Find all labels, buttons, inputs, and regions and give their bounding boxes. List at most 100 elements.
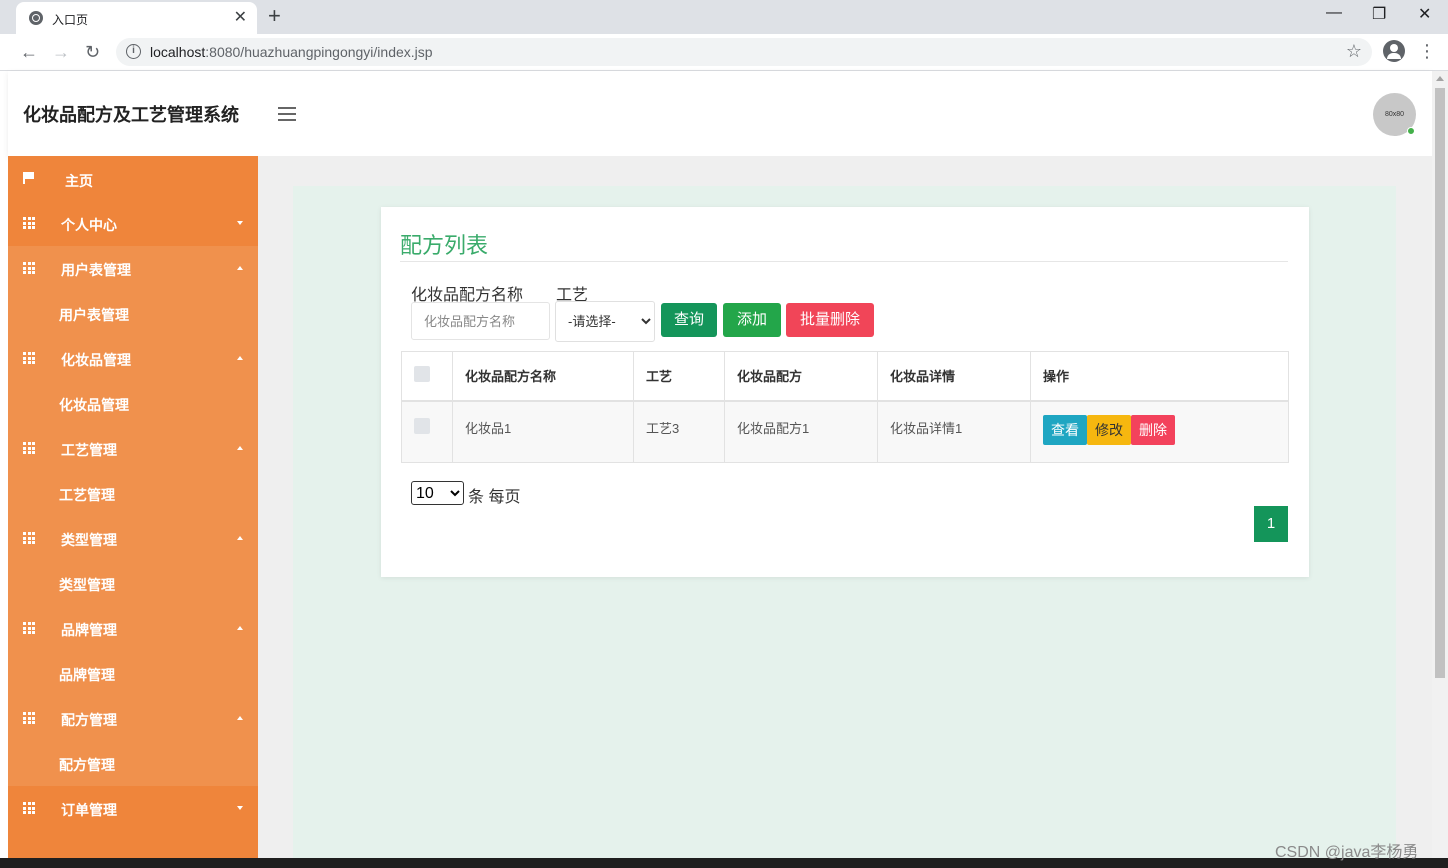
sidebar-item-label: 类型管理 bbox=[61, 532, 117, 548]
tab-close-icon[interactable]: ✕ bbox=[234, 7, 247, 27]
view-button[interactable]: 查看 bbox=[1043, 414, 1087, 445]
sidebar-subitem[interactable]: 品牌管理 bbox=[8, 651, 258, 696]
title-divider bbox=[400, 261, 1288, 262]
sidebar-item[interactable]: 配方管理 bbox=[8, 696, 258, 741]
grid-icon bbox=[23, 217, 35, 229]
cell-formula: 化妆品配方1 bbox=[724, 400, 878, 463]
table-row: 化妆品1 工艺3 化妆品配方1 化妆品详情1 查看 修改 删除 bbox=[401, 400, 1289, 463]
app-header: 化妆品配方及工艺管理系统 80x80 bbox=[8, 71, 1432, 156]
grid-icon bbox=[23, 802, 35, 814]
sidebar-subitem[interactable]: 工艺管理 bbox=[8, 471, 258, 516]
caret-up-icon bbox=[237, 716, 243, 720]
column-header: 化妆品配方名称 bbox=[452, 351, 634, 402]
sidebar-item-label: 用户表管理 bbox=[59, 307, 129, 323]
column-header: 化妆品配方 bbox=[724, 351, 878, 402]
sidebar-item[interactable]: 工艺管理 bbox=[8, 426, 258, 471]
sidebar-item-label: 个人中心 bbox=[61, 217, 117, 233]
sidebar-subitem[interactable]: 类型管理 bbox=[8, 561, 258, 606]
info-icon[interactable]: i bbox=[126, 44, 141, 59]
sidebar-item[interactable]: 主页 bbox=[8, 156, 258, 201]
new-tab-button[interactable]: + bbox=[268, 3, 281, 29]
sidebar-item[interactable]: 用户表管理 bbox=[8, 246, 258, 291]
formula-table: 化妆品配方名称 工艺 化妆品配方 化妆品详情 操作 化妆品1 工艺3 化妆品配方… bbox=[401, 351, 1289, 463]
bookmark-star-icon[interactable]: ☆ bbox=[1346, 41, 1362, 62]
sidebar-item-label: 主页 bbox=[65, 173, 93, 189]
add-button[interactable]: 添加 bbox=[723, 303, 781, 337]
sidebar-item-label: 品牌管理 bbox=[59, 667, 115, 683]
table-header-row: 化妆品配方名称 工艺 化妆品配方 化妆品详情 操作 bbox=[401, 351, 1289, 402]
minimize-button[interactable]: — bbox=[1326, 4, 1342, 22]
sidebar: 主页 个人中心 用户表管理 用户表管理 化妆品管理 化妆品管理 工艺管理 工艺管理 类型管理 类型… bbox=[8, 156, 258, 868]
edit-button[interactable]: 修改 bbox=[1087, 414, 1131, 445]
sidebar-subitem[interactable]: 配方管理 bbox=[8, 741, 258, 786]
caret-down-icon bbox=[237, 806, 243, 810]
sidebar-item-label: 品牌管理 bbox=[61, 622, 117, 638]
page-size-label: 条 每页 bbox=[468, 489, 521, 506]
sidebar-item-label: 类型管理 bbox=[59, 577, 115, 593]
hamburger-menu-icon[interactable] bbox=[278, 107, 296, 121]
column-header: 工艺 bbox=[633, 351, 725, 402]
sidebar-item-label: 化妆品管理 bbox=[61, 352, 131, 368]
sidebar-item-label: 订单管理 bbox=[61, 802, 117, 818]
url-field[interactable]: i localhost:8080/huazhuangpingongyi/inde… bbox=[116, 38, 1372, 66]
profile-icon[interactable] bbox=[1383, 40, 1405, 62]
caret-down-icon bbox=[237, 221, 243, 225]
sidebar-item[interactable]: 品牌管理 bbox=[8, 606, 258, 651]
cell-detail: 化妆品详情1 bbox=[877, 400, 1031, 463]
address-bar-row: ← → ↻ i localhost:8080/huazhuangpingongy… bbox=[0, 34, 1448, 71]
forward-icon[interactable]: → bbox=[52, 41, 70, 63]
page-title: 配方列表 bbox=[400, 233, 489, 258]
browser-tab-strip: 入口页 ✕ + — ❐ ✕ bbox=[0, 0, 1448, 34]
sidebar-item[interactable]: 个人中心 bbox=[8, 201, 258, 246]
scrollbar-thumb[interactable] bbox=[1435, 88, 1445, 678]
grid-icon bbox=[23, 712, 35, 724]
sidebar-item-label: 化妆品管理 bbox=[59, 397, 129, 413]
sidebar-subitem[interactable]: 用户表管理 bbox=[8, 291, 258, 336]
watermark: CSDN @java李杨勇 bbox=[1275, 844, 1419, 861]
scroll-up-arrow-icon[interactable] bbox=[1436, 76, 1444, 81]
back-icon[interactable]: ← bbox=[20, 41, 38, 63]
caret-up-icon bbox=[237, 446, 243, 450]
formula-name-input[interactable] bbox=[411, 302, 550, 340]
sidebar-item[interactable]: 化妆品管理 bbox=[8, 336, 258, 381]
select-all-cell bbox=[401, 351, 453, 402]
query-button[interactable]: 查询 bbox=[661, 303, 717, 337]
avatar-placeholder-text: 80x80 bbox=[1384, 111, 1405, 118]
system-title: 化妆品配方及工艺管理系统 bbox=[23, 105, 239, 125]
avatar[interactable]: 80x80 bbox=[1373, 93, 1416, 136]
sidebar-item-label: 配方管理 bbox=[59, 757, 115, 773]
browser-tab[interactable]: 入口页 ✕ bbox=[16, 2, 257, 34]
row-checkbox[interactable] bbox=[414, 417, 430, 434]
formula-list-card: 配方列表 化妆品配方名称 工艺 -请选择- 查询 添加 批量删除 化妆品配方名称… bbox=[381, 207, 1309, 577]
restore-button[interactable]: ❐ bbox=[1372, 4, 1386, 24]
grid-icon bbox=[23, 352, 35, 364]
close-window-button[interactable]: ✕ bbox=[1418, 4, 1431, 24]
sidebar-item[interactable]: 订单管理 bbox=[8, 786, 258, 831]
tab-title: 入口页 bbox=[52, 13, 89, 27]
reload-icon[interactable]: ↻ bbox=[85, 41, 100, 63]
craft-select[interactable]: -请选择- bbox=[555, 301, 655, 342]
url-text: localhost:8080/huazhuangpingongyi/index.… bbox=[150, 44, 433, 60]
sidebar-item[interactable]: 类型管理 bbox=[8, 516, 258, 561]
page-button-current[interactable]: 1 bbox=[1254, 506, 1288, 542]
browser-menu-icon[interactable]: ⋮ bbox=[1418, 40, 1436, 62]
select-all-checkbox[interactable] bbox=[414, 366, 430, 383]
flag-icon bbox=[23, 172, 35, 184]
cell-craft: 工艺3 bbox=[633, 400, 725, 463]
taskbar-strip bbox=[0, 858, 1448, 868]
sidebar-item-label: 用户表管理 bbox=[61, 262, 131, 278]
caret-up-icon bbox=[237, 536, 243, 540]
cell-name: 化妆品1 bbox=[452, 400, 634, 463]
page-scrollbar[interactable] bbox=[1432, 71, 1448, 868]
column-header: 操作 bbox=[1030, 351, 1289, 402]
grid-icon bbox=[23, 622, 35, 634]
caret-up-icon bbox=[237, 266, 243, 270]
sidebar-item-label: 工艺管理 bbox=[61, 442, 117, 458]
grid-icon bbox=[23, 532, 35, 544]
page-size-select[interactable]: 10 bbox=[411, 481, 464, 505]
sidebar-subitem[interactable]: 化妆品管理 bbox=[8, 381, 258, 426]
batch-delete-button[interactable]: 批量删除 bbox=[786, 303, 874, 337]
row-select-cell bbox=[401, 400, 453, 463]
caret-up-icon bbox=[237, 356, 243, 360]
delete-button[interactable]: 删除 bbox=[1131, 414, 1175, 445]
